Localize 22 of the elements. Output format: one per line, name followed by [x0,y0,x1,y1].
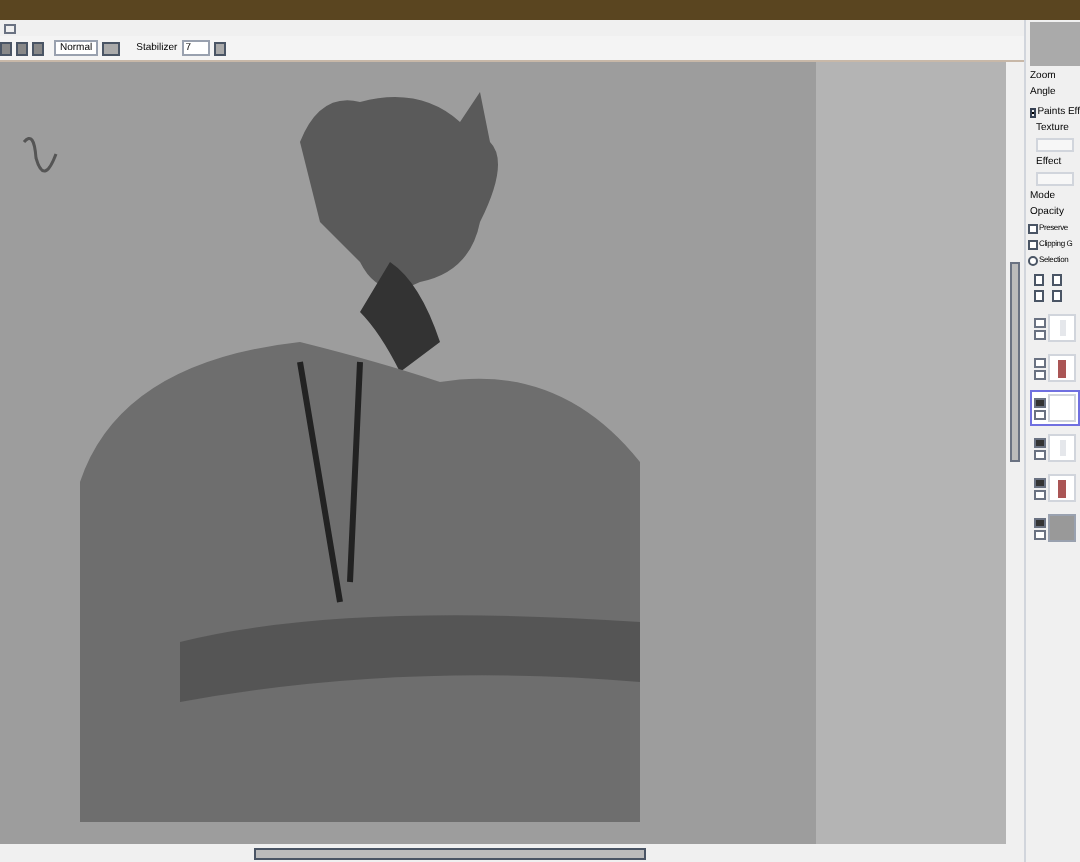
layer-thumbnail [1048,514,1076,542]
layer-row[interactable] [1030,470,1080,506]
layer-row[interactable] [1030,510,1080,546]
lock-toggle[interactable] [1034,489,1046,499]
navigator-preview [1030,22,1080,66]
layer-row[interactable] [1030,430,1080,466]
layer-thumbnail [1048,394,1076,422]
window-icon[interactable] [4,23,16,33]
checkbox[interactable] [1028,223,1038,233]
visibility-toggle[interactable] [1034,317,1046,327]
checkbox[interactable] [1028,239,1038,249]
mode-button[interactable] [102,41,121,55]
visibility-toggle[interactable] [1034,357,1046,367]
lock-toggle[interactable] [1034,369,1046,379]
lock-toggle[interactable] [1034,409,1046,419]
radio-button[interactable] [1028,255,1038,265]
stabilizer-button[interactable] [213,41,226,55]
lock-toggle[interactable] [1034,449,1046,459]
collapse-icon[interactable] [1030,107,1036,117]
lock-toggle[interactable] [1034,529,1046,539]
lock-toggle[interactable] [1034,329,1046,339]
layer-row[interactable] [1030,390,1080,426]
